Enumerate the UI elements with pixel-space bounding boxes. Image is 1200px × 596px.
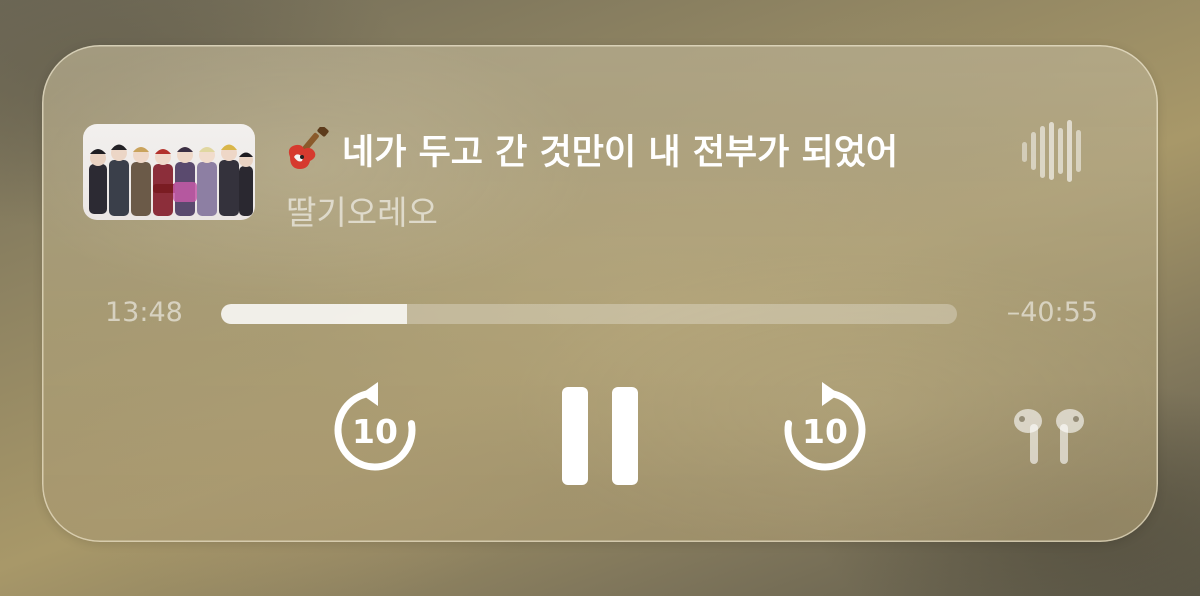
airpods-icon <box>1014 409 1084 464</box>
skip-back-10-button[interactable]: 10 <box>325 380 425 480</box>
pause-button[interactable] <box>558 385 642 487</box>
playback-scrubber[interactable] <box>221 304 957 324</box>
album-artwork-illustration <box>89 144 253 216</box>
elapsed-time: 13:48 <box>105 297 183 328</box>
audio-output-button[interactable] <box>1008 406 1090 466</box>
guitar-emoji-icon <box>284 125 334 171</box>
skip-forward-10-button[interactable]: 10 <box>775 380 875 480</box>
skip-back-seconds: 10 <box>352 412 398 451</box>
track-title: 네가 두고 간 것만이 내 전부가 되었어 <box>284 125 898 173</box>
album-artwork[interactable] <box>83 124 255 220</box>
audio-waveform-icon <box>1020 118 1086 184</box>
skip-forward-seconds: 10 <box>802 412 848 451</box>
pause-icon <box>562 387 638 485</box>
track-title-text: 네가 두고 간 것만이 내 전부가 되었어 <box>342 132 899 173</box>
skip-back-10-icon: 10 <box>334 382 416 471</box>
now-playing-widget: 네가 두고 간 것만이 내 전부가 되었어 딸기오레오 13:48 –40:55… <box>42 45 1158 542</box>
skip-forward-10-icon: 10 <box>784 382 866 471</box>
playback-progress-fill <box>221 304 408 324</box>
artist-name: 딸기오레오 <box>286 193 438 232</box>
remaining-time: –40:55 <box>1006 297 1098 328</box>
